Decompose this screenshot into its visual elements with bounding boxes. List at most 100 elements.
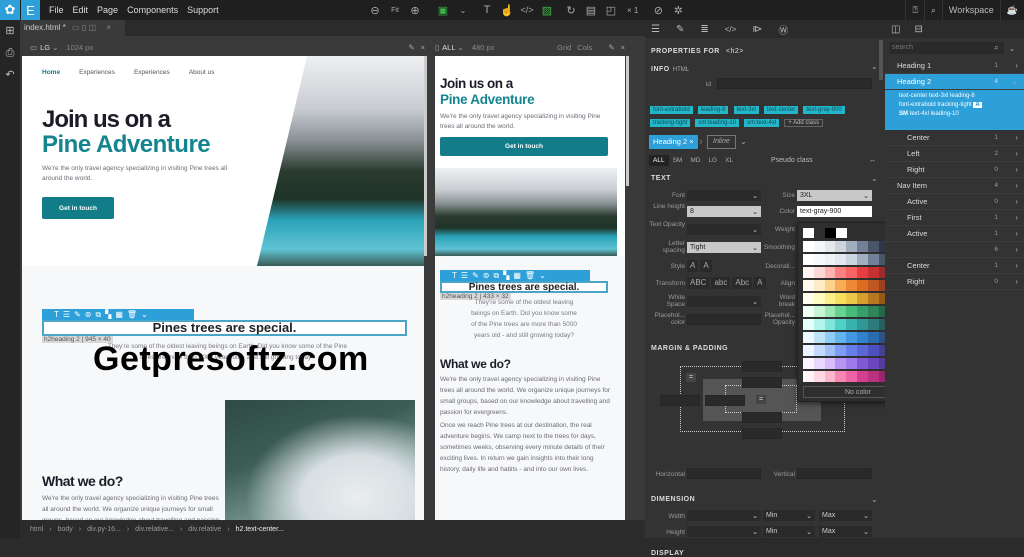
refresh-icon[interactable]: ↻ (561, 4, 581, 17)
element-toolbar[interactable]: T ☰ ✎ ⊚ ⧉ ▚ ▦ 🗑 ⌄ (440, 270, 590, 281)
color-swatch[interactable] (824, 267, 836, 278)
line-height-select[interactable]: 8 ⌄ (687, 206, 761, 217)
class-chip[interactable]: font-extrabold (650, 106, 693, 114)
zoom-search-icon[interactable]: ⌕ (923, 0, 942, 20)
color-swatch[interactable] (846, 319, 857, 330)
nav-home[interactable]: Home (42, 69, 60, 76)
max-width-select[interactable]: Max ⌄ (819, 510, 872, 521)
min-height-select[interactable]: Min ⌄ (763, 526, 815, 537)
close-icon[interactable]: × (106, 23, 111, 32)
element-toolbar[interactable]: T ☰ ✎ ⊚ ⧉ ▚ ▦ 🗑 ⌄ (42, 309, 194, 320)
uppercase-button[interactable]: ABC (687, 277, 710, 289)
brush-icon[interactable]: ✎ (74, 310, 81, 319)
viewport-sm-scrollbar[interactable] (626, 56, 629, 186)
swatch-white[interactable] (803, 228, 814, 238)
color-swatch[interactable] (813, 293, 825, 304)
selector-item[interactable]: Left 2 › (885, 146, 1024, 162)
nav-experiences-2[interactable]: Experiences (134, 69, 170, 76)
duplicate-icon[interactable]: ⧉ (493, 271, 499, 281)
white-space-select[interactable]: ⌄ (687, 296, 761, 307)
chevron-down-icon[interactable]: ⌄ (458, 43, 464, 52)
selector-item[interactable]: Nav Item 4 › (885, 178, 1024, 194)
menu-support[interactable]: Support (187, 5, 219, 15)
breadcrumb-item[interactable]: div.relative... (135, 526, 174, 533)
color-swatch[interactable] (835, 267, 847, 278)
chevron-right-icon[interactable]: › (1015, 245, 1018, 254)
chevron-down-icon[interactable]: ⌄ (141, 310, 148, 319)
nav-experiences[interactable]: Experiences (79, 69, 115, 76)
nav-about[interactable]: About us (189, 69, 215, 76)
copy-icon[interactable]: ▚ (503, 271, 509, 280)
color-swatch[interactable] (856, 332, 868, 343)
zoom-out-icon[interactable]: ⊖ (365, 4, 385, 17)
search-icon[interactable]: ⌕ (994, 43, 998, 53)
color-swatch[interactable] (867, 280, 879, 291)
color-swatch[interactable] (856, 293, 868, 304)
text-section-heading[interactable]: TEXT (651, 175, 671, 182)
color-input[interactable]: text-gray-900 (797, 206, 872, 217)
class-chip[interactable]: sm:leading-10 (695, 119, 740, 127)
code-icon[interactable]: </> (517, 5, 537, 15)
text-icon[interactable]: T (54, 310, 59, 319)
chevron-down-icon[interactable]: ⌄ (871, 495, 878, 504)
color-swatch[interactable] (824, 358, 836, 369)
capitalize-button[interactable]: Abc (732, 277, 753, 289)
color-swatch[interactable] (824, 254, 836, 265)
vertical-input[interactable] (797, 468, 872, 479)
color-swatch[interactable] (867, 345, 879, 356)
edit-icon[interactable]: ✎ (408, 43, 414, 52)
brush-icon[interactable]: ✎ (472, 271, 479, 280)
undo-icon[interactable]: ↶ (0, 64, 20, 86)
margin-top-input[interactable] (742, 361, 782, 372)
lowercase-button[interactable]: abc (711, 277, 731, 289)
color-swatch[interactable] (867, 254, 879, 265)
color-swatch[interactable] (835, 332, 847, 343)
display-heading[interactable]: DISPLAY (651, 550, 684, 557)
selector-item[interactable]: Heading 1 1 › (885, 58, 1024, 74)
bp-xl[interactable]: XL (721, 155, 737, 166)
color-swatch[interactable] (824, 371, 836, 382)
color-swatch[interactable] (846, 332, 857, 343)
brush-icon[interactable]: ✎ (676, 24, 684, 35)
menu-file[interactable]: File (49, 5, 64, 15)
color-swatch[interactable] (803, 358, 814, 369)
component-icon[interactable]: ⧐ (752, 24, 762, 35)
tree-tab-icon[interactable]: ⊟ (914, 24, 922, 35)
color-swatch[interactable] (856, 319, 868, 330)
grid-icon[interactable]: ▦ (513, 271, 521, 280)
class-chip[interactable]: tracking-tight (650, 119, 691, 127)
italic-button[interactable]: A (687, 260, 699, 272)
breakpoint-select[interactable]: LG (40, 43, 50, 52)
swatch-black[interactable] (825, 228, 836, 238)
color-swatch[interactable] (846, 254, 857, 265)
zoom-fit-button[interactable]: Fit (385, 7, 405, 14)
color-swatch[interactable] (813, 267, 825, 278)
color-swatch[interactable] (824, 280, 836, 291)
chevron-right-icon[interactable]: › (1015, 181, 1018, 190)
max-height-select[interactable]: Max ⌄ (819, 526, 872, 537)
selector-item[interactable]: Right 0 › (885, 274, 1024, 290)
chevron-right-icon[interactable]: › (1015, 213, 1018, 222)
breadcrumb-item[interactable]: body (58, 526, 73, 533)
color-swatch[interactable] (824, 306, 836, 317)
chevron-down-icon[interactable]: ⌄ (453, 6, 473, 15)
color-swatch[interactable] (867, 332, 879, 343)
color-swatch[interactable] (824, 332, 836, 343)
color-swatch[interactable] (803, 319, 814, 330)
cols-toggle[interactable]: Cols (577, 43, 592, 52)
color-swatch[interactable] (846, 280, 857, 291)
app-e-icon[interactable]: E (20, 0, 40, 20)
selector-item[interactable]: Right 0 › (885, 162, 1024, 178)
class-chip[interactable]: text-center (763, 106, 799, 114)
bp-md[interactable]: MD (686, 155, 704, 166)
margin-bottom-input[interactable] (742, 428, 782, 439)
link-margin-icon[interactable]: = (686, 373, 696, 382)
class-chip[interactable]: leading-8 (697, 106, 729, 114)
viewport-lg-scrollbar[interactable] (424, 56, 427, 256)
pseudo-class-select[interactable]: Pseudo class (771, 157, 813, 164)
selectors-tab-icon[interactable]: ◫ (891, 24, 900, 35)
info-section[interactable]: INFO HTML (651, 62, 689, 74)
color-swatch[interactable] (803, 371, 814, 382)
class-chip[interactable]: text-gray-900 (803, 106, 845, 114)
get-in-touch-button[interactable]: Get in touch (440, 137, 608, 156)
